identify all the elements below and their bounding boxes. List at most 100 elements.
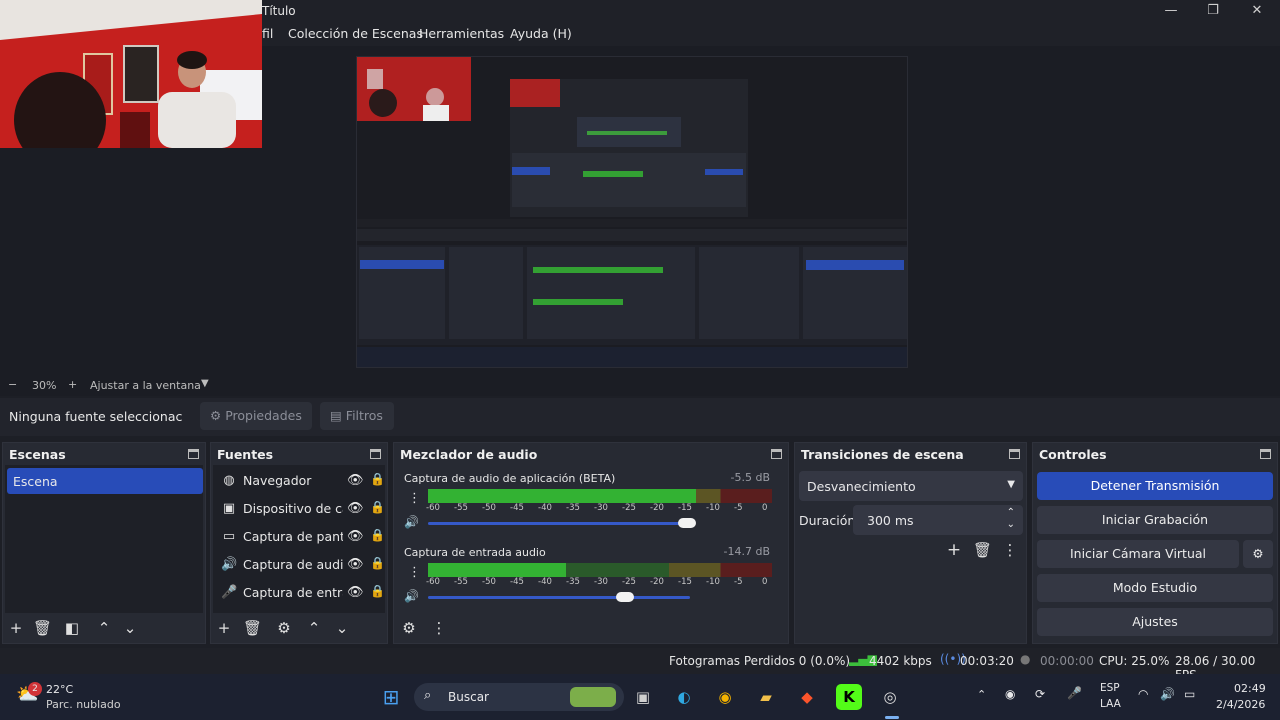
meter-tick-label: -25 [622,577,636,587]
eye-icon[interactable]: 👁 [347,529,364,544]
monitor-icon: ▭ [222,529,236,544]
trash-icon[interactable]: 🗑 [973,541,992,559]
duration-spinbox[interactable]: 300 ms ⌃ ⌄ [853,505,1023,535]
menu-tools[interactable]: Herramientas [419,26,504,41]
kebab-menu-icon[interactable]: ⋮ [408,565,421,580]
tray-app-icon[interactable]: ◉ [1005,687,1015,701]
kebab-menu-icon[interactable]: ⋮ [1001,541,1019,559]
undock-icon[interactable] [370,449,381,459]
zoom-out-button[interactable]: − [8,378,17,391]
clock-date[interactable]: 2/4/2026 [1216,698,1265,711]
edge-icon[interactable]: ◐ [671,684,697,710]
wifi-icon[interactable]: ◠ [1138,687,1148,701]
brave-icon[interactable]: ◆ [794,684,820,710]
channel-db: -5.5 dB [730,471,771,484]
menu-profile[interactable]: fil [262,26,273,41]
active-app-indicator [885,716,899,719]
volume-icon[interactable]: 🔊 [1160,687,1175,701]
eye-icon[interactable]: 👁 [347,473,364,488]
microphone-icon[interactable]: 🎤 [1067,686,1082,700]
volume-slider-knob[interactable] [678,518,696,528]
volume-icon[interactable]: 🔊 [404,589,419,603]
studio-mode-button[interactable]: Modo Estudio [1037,574,1273,602]
weather-text: Parc. nublado [46,698,121,711]
clock-time[interactable]: 02:49 [1234,682,1266,695]
undock-icon[interactable] [1260,449,1271,459]
source-label: Dispositivo de ca [243,501,343,516]
stop-streaming-button[interactable]: Detener Transmisión [1037,472,1273,500]
undock-icon[interactable] [188,449,199,459]
lock-icon[interactable]: 🔒 [370,472,385,486]
eye-icon[interactable]: 👁 [347,557,364,572]
preview-canvas[interactable] [356,56,908,368]
scene-filters-icon[interactable]: ◧ [63,619,81,637]
zoom-fit-label[interactable]: Ajustar a la ventana [90,379,201,392]
add-transition-button[interactable]: + [945,541,963,559]
lock-icon[interactable]: 🔒 [370,556,385,570]
move-up-icon[interactable]: ⌃ [305,619,323,637]
close-button[interactable]: ✕ [1242,2,1272,20]
source-item[interactable]: ▭ Captura de pant 👁 🔒 [217,523,397,551]
chevron-down-icon[interactable]: ⌄ [1007,519,1015,530]
chevron-up-icon[interactable]: ⌃ [1007,507,1015,518]
move-down-icon[interactable]: ⌄ [121,619,139,637]
source-item[interactable]: ▣ Dispositivo de ca 👁 🔒 [217,495,397,523]
volume-icon[interactable]: 🔊 [404,515,419,529]
add-scene-button[interactable]: + [7,619,25,637]
filters-button[interactable]: ▤ Filtros [320,402,394,430]
advanced-audio-icon[interactable]: ⚙ [400,619,418,637]
settings-button[interactable]: Ajustes [1037,608,1273,636]
menu-scene-collection[interactable]: Colección de Escenas [288,26,423,41]
trash-icon[interactable]: 🗑 [33,619,52,637]
eye-icon[interactable]: 👁 [347,585,364,600]
chevron-up-icon[interactable]: ⌃ [977,688,986,701]
search-box[interactable]: ⌕ Buscar [414,683,624,711]
kick-icon[interactable]: K [836,684,862,710]
folder-icon[interactable]: ▰ [753,684,779,710]
lock-icon[interactable]: 🔒 [370,528,385,542]
scene-item[interactable]: Escena [7,468,203,494]
lock-icon[interactable]: 🔒 [370,584,385,598]
move-down-icon[interactable]: ⌄ [333,619,351,637]
gear-icon[interactable]: ⚙ [275,619,293,637]
language-primary[interactable]: ESP [1100,682,1120,694]
stream-time: 00:03:20 [960,654,1014,668]
meter-tick-label: -20 [650,577,664,587]
volume-slider-knob[interactable] [616,592,634,602]
chrome-icon[interactable]: ◉ [712,684,738,710]
lock-icon[interactable]: 🔒 [370,500,385,514]
task-view-icon[interactable]: ▣ [630,684,656,710]
obs-icon[interactable]: ◎ [877,684,903,710]
source-item[interactable]: ◍ Navegador 👁 🔒 [217,467,397,495]
start-virtual-camera-button[interactable]: Iniciar Cámara Virtual [1037,540,1239,568]
zoom-in-button[interactable]: + [68,378,77,391]
volume-slider[interactable] [428,522,690,525]
sources-title: Fuentes [217,447,274,462]
start-recording-button[interactable]: Iniciar Grabación [1037,506,1273,534]
menu-help[interactable]: Ayuda (H) [510,26,572,41]
battery-icon[interactable]: ▭ [1184,687,1195,701]
source-item[interactable]: 🔊 Captura de audi 👁 🔒 [217,551,397,579]
windows-start-icon[interactable]: ⊞ [378,684,404,710]
move-up-icon[interactable]: ⌃ [95,619,113,637]
meter-tick-label: -10 [706,577,720,587]
minimize-button[interactable]: — [1156,2,1186,20]
transition-select[interactable]: Desvanecimiento ▼ [799,471,1023,501]
sync-icon[interactable]: ⟳ [1035,687,1045,701]
eye-icon[interactable]: 👁 [347,501,364,516]
gear-icon[interactable]: ⚙ [1243,540,1273,568]
microphone-icon: 🎤 [221,585,238,600]
language-secondary[interactable]: LAA [1100,698,1121,710]
zoom-dropdown-icon[interactable]: ▼ [201,378,209,389]
maximize-button[interactable]: ❐ [1198,2,1228,20]
trash-icon[interactable]: 🗑 [243,619,262,637]
kebab-menu-icon[interactable]: ⋮ [408,491,421,506]
undock-icon[interactable] [1009,449,1020,459]
meter-tick-label: -30 [594,577,608,587]
source-item[interactable]: 🎤 Captura de entra 👁 🔒 [217,579,397,607]
add-source-button[interactable]: + [215,619,233,637]
undock-icon[interactable] [771,449,782,459]
volume-slider[interactable] [428,596,690,599]
kebab-menu-icon[interactable]: ⋮ [430,619,448,637]
properties-button[interactable]: ⚙ Propiedades [200,402,312,430]
